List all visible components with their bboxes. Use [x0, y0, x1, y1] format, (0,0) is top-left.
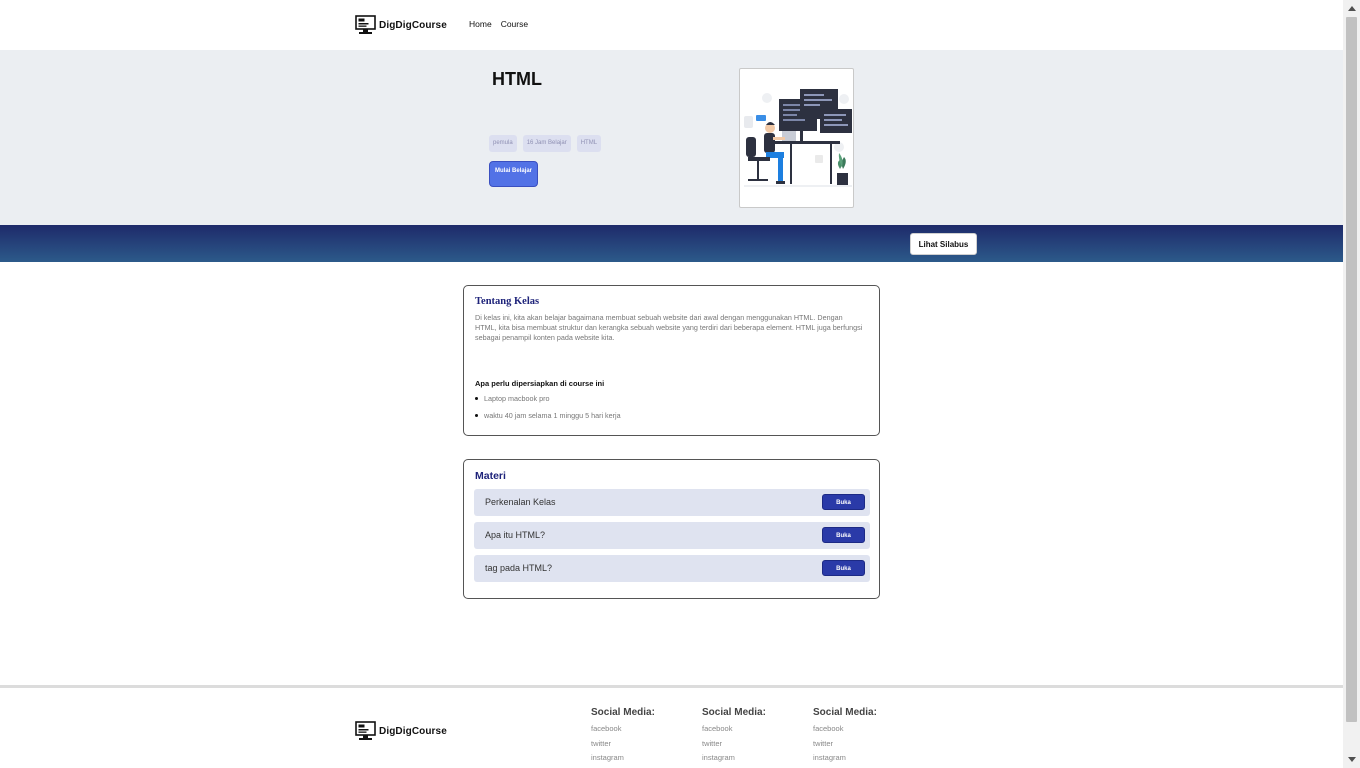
page-scrollbar[interactable]	[1343, 0, 1360, 768]
developer-illustration-icon	[744, 89, 852, 187]
materials-title: Materi	[475, 470, 506, 482]
tag-duration: 16 Jam Belajar	[522, 135, 571, 152]
twitter-link[interactable]: twitter	[591, 738, 655, 753]
list-item: waktu 40 jam selama 1 minggu 5 hari kerj…	[475, 411, 621, 428]
prep-list: Laptop macbook pro waktu 40 jam selama 1…	[475, 394, 621, 428]
scrollbar-thumb[interactable]	[1346, 17, 1357, 722]
material-label: Perkenalan Kelas	[485, 497, 556, 507]
facebook-link[interactable]: facebook	[702, 723, 766, 738]
nav-link-course[interactable]: Course	[501, 19, 528, 29]
material-label: tag pada HTML?	[485, 563, 553, 573]
instagram-link[interactable]: instagram	[702, 752, 766, 767]
instagram-link[interactable]: instagram	[813, 752, 877, 767]
facebook-link[interactable]: facebook	[813, 723, 877, 738]
brand-logo[interactable]: DigDigCourse	[355, 15, 447, 35]
social-media-column: Social Media: facebook twitter instagram	[702, 707, 766, 767]
computer-logo-icon	[355, 15, 376, 34]
open-material-button[interactable]: Buka	[822, 527, 865, 543]
social-heading: Social Media:	[591, 707, 655, 718]
course-title: HTML	[492, 69, 542, 89]
computer-logo-icon	[355, 721, 376, 740]
facebook-link[interactable]: facebook	[591, 723, 655, 738]
scroll-up-arrow-icon[interactable]	[1343, 0, 1360, 17]
nav-links: Home Course	[469, 19, 528, 29]
start-learning-button[interactable]: Mulai Belajar	[489, 161, 538, 187]
scroll-down-arrow-icon[interactable]	[1343, 751, 1360, 768]
nav-link-home[interactable]: Home	[469, 19, 492, 29]
prep-title: Apa perlu dipersiapkan di course ini	[475, 379, 605, 388]
open-material-button[interactable]: Buka	[822, 494, 865, 510]
materials-card: Materi Perkenalan Kelas Buka Apa itu HTM…	[463, 459, 880, 599]
about-title: Tentang Kelas	[475, 296, 540, 307]
instagram-link[interactable]: instagram	[591, 752, 655, 767]
footer-brand-name: DigDigCourse	[379, 725, 447, 737]
social-media-column: Social Media: facebook twitter instagram	[591, 707, 655, 767]
social-heading: Social Media:	[702, 707, 766, 718]
course-band: Lihat Silabus	[0, 225, 1343, 262]
social-heading: Social Media:	[813, 707, 877, 718]
footer: DigDigCourse Social Media: facebook twit…	[0, 688, 1343, 768]
tag-topic: HTML	[576, 135, 602, 152]
course-hero: HTML pemula 16 Jam Belajar HTML Mulai Be…	[0, 50, 1343, 225]
view-syllabus-button[interactable]: Lihat Silabus	[910, 233, 977, 255]
brand-name: DigDigCourse	[379, 19, 447, 31]
list-item: Laptop macbook pro	[475, 394, 621, 411]
course-illustration	[739, 68, 854, 208]
about-description: Di kelas ini, kita akan belajar bagaiman…	[475, 313, 863, 342]
navbar: DigDigCourse Home Course	[0, 0, 1343, 50]
material-row: tag pada HTML? Buka	[474, 555, 870, 582]
course-tags: pemula 16 Jam Belajar HTML	[489, 135, 602, 152]
twitter-link[interactable]: twitter	[813, 738, 877, 753]
open-material-button[interactable]: Buka	[822, 560, 865, 576]
about-class-card: Tentang Kelas Di kelas ini, kita akan be…	[463, 285, 880, 436]
social-media-column: Social Media: facebook twitter instagram	[813, 707, 877, 767]
footer-brand-logo[interactable]: DigDigCourse	[355, 721, 447, 741]
material-row: Apa itu HTML? Buka	[474, 522, 870, 549]
material-row: Perkenalan Kelas Buka	[474, 489, 870, 516]
tag-level: pemula	[489, 135, 517, 152]
twitter-link[interactable]: twitter	[702, 738, 766, 753]
material-label: Apa itu HTML?	[485, 530, 546, 540]
